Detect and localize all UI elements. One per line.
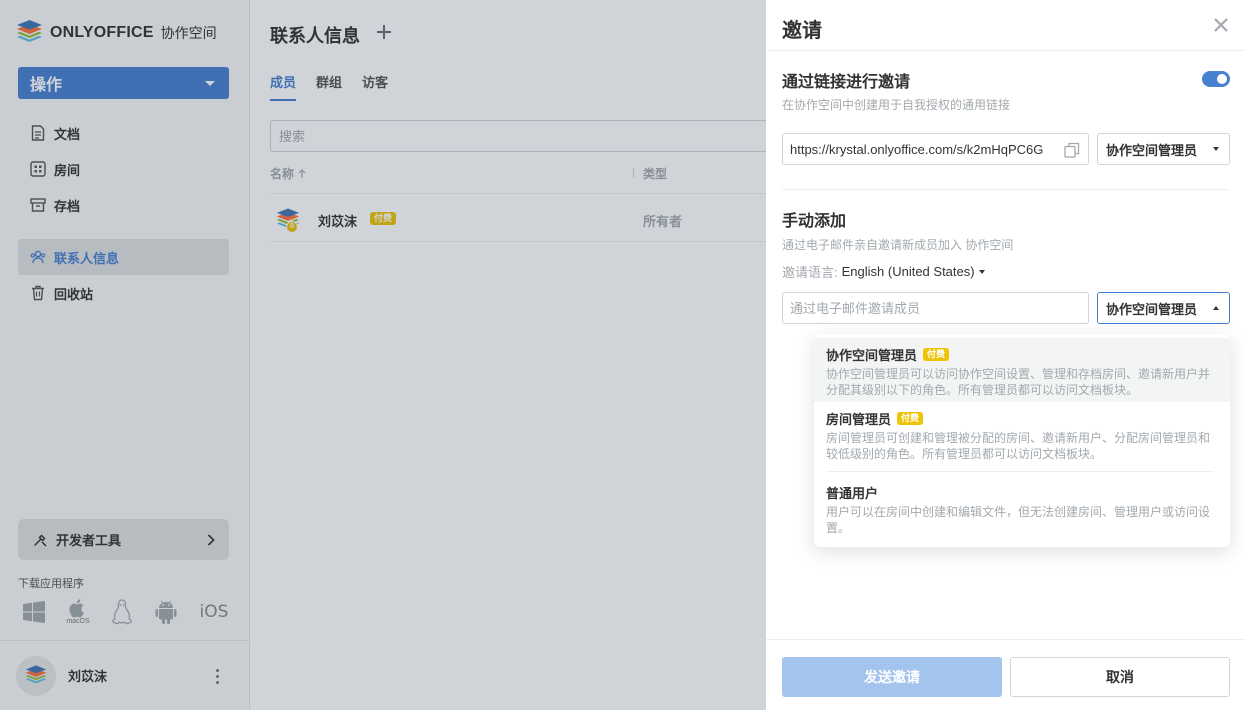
chevron-down-icon (1213, 147, 1219, 151)
invite-panel: 邀请 通过链接进行邀请 在协作空间中创建用于自我授权的通用链接 https://… (766, 0, 1245, 710)
email-invite-input[interactable] (782, 292, 1089, 324)
paid-badge: 付费 (897, 412, 924, 425)
dropdown-divider (826, 471, 1214, 472)
role-option-title: 协作空间管理员 付费 (826, 345, 1218, 364)
manual-add-title: 手动添加 (782, 213, 847, 230)
role-option-name: 普通用户 (826, 486, 879, 501)
role-option-description: 房间管理员可创建和管理被分配的房间、邀请新用户、分配房间管理员和较低级别的角色。… (826, 431, 1211, 461)
panel-title: 邀请 (782, 20, 822, 42)
paid-badge: 付费 (923, 348, 950, 361)
role-dropdown: 协作空间管理员 付费 协作空间管理员可以访问协作空间设置、管理和存档房间、邀请新… (814, 334, 1230, 547)
link-role-value: 协作空间管理员 (1106, 142, 1198, 158)
cancel-button[interactable]: 取消 (1010, 657, 1230, 697)
invite-language-value: English (United States) (841, 264, 975, 279)
invite-link-toggle[interactable] (1202, 71, 1230, 87)
copy-icon[interactable] (1064, 142, 1080, 158)
send-invitation-button[interactable]: 发送邀请 (782, 657, 1002, 697)
section-divider (782, 189, 1229, 190)
role-option-title: 普通用户 (826, 483, 1218, 502)
invite-link-field[interactable]: https://krystal.onlyoffice.com/s/k2mHqPC… (782, 133, 1089, 165)
panel-header: 邀请 (766, 0, 1245, 51)
close-icon[interactable] (1213, 17, 1229, 33)
role-option-space-admin[interactable]: 协作空间管理员 付费 协作空间管理员可以访问协作空间设置、管理和存档房间、邀请新… (814, 338, 1230, 402)
link-role-select[interactable]: 协作空间管理员 (1097, 133, 1230, 165)
role-option-user[interactable]: 普通用户 用户可以在房间中创建和编辑文件，但无法创建房间、管理用户或访问设置。 (814, 480, 1230, 540)
invite-link-value: https://krystal.onlyoffice.com/s/k2mHqPC… (790, 141, 1044, 157)
invite-language-row: 邀请语言: English (United States) (782, 262, 985, 281)
role-option-name: 协作空间管理员 (826, 348, 918, 363)
manual-role-value: 协作空间管理员 (1106, 301, 1198, 317)
modal-backdrop[interactable] (0, 0, 766, 710)
role-option-description: 协作空间管理员可以访问协作空间设置、管理和存档房间、邀请新用户并分配其级别以下的… (826, 367, 1211, 397)
manual-role-select[interactable]: 协作空间管理员 (1097, 292, 1230, 324)
role-option-description: 用户可以在房间中创建和编辑文件，但无法创建房间、管理用户或访问设置。 (826, 505, 1211, 535)
panel-footer: 发送邀请 取消 (766, 639, 1245, 710)
manual-add-description: 通过电子邮件亲自邀请新成员加入 协作空间 (782, 238, 1014, 252)
invite-language-select[interactable]: English (United States) (842, 264, 985, 279)
role-option-title: 房间管理员 付费 (826, 409, 1218, 428)
invite-language-label: 邀请语言: (782, 265, 838, 280)
invite-link-description: 在协作空间中创建用于自我授权的通用链接 (782, 98, 1011, 112)
role-option-name: 房间管理员 (826, 412, 892, 427)
chevron-up-icon (1213, 306, 1219, 310)
chevron-down-icon (978, 269, 985, 274)
role-option-room-admin[interactable]: 房间管理员 付费 房间管理员可创建和管理被分配的房间、邀请新用户、分配房间管理员… (814, 406, 1230, 466)
invite-link-title: 通过链接进行邀请 (782, 74, 911, 91)
